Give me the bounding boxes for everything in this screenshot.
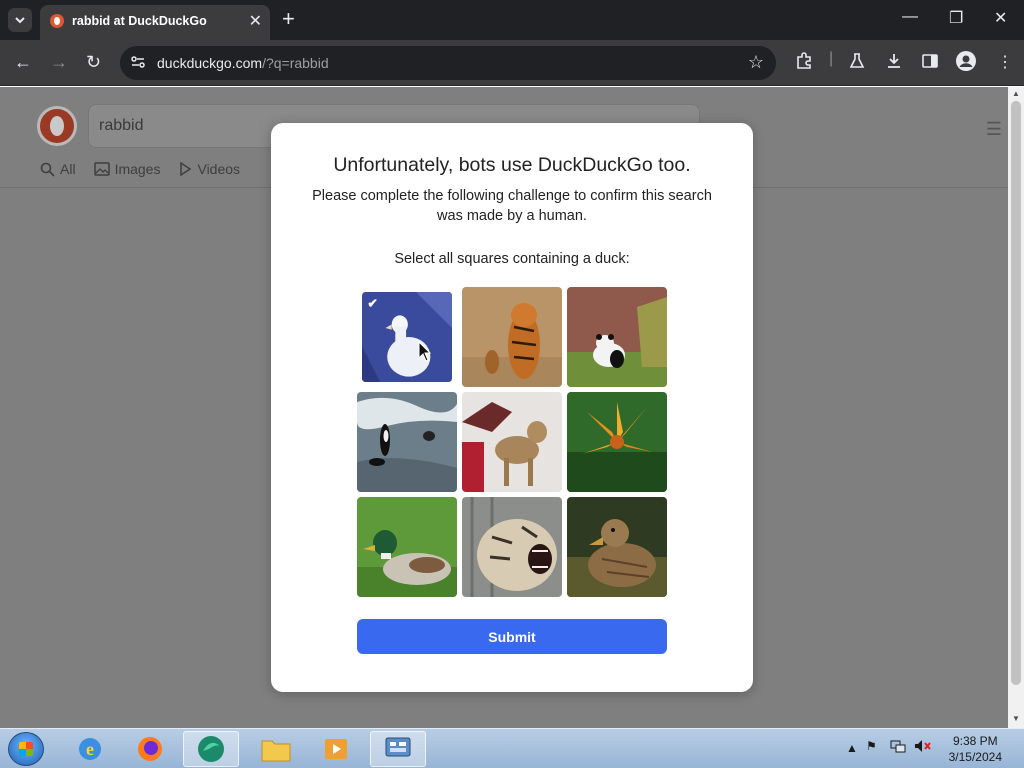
challenge-image-grid: ✔: [357, 287, 667, 597]
modal-title: Unfortunately, bots use DuckDuckGo too.: [333, 154, 691, 176]
hamburger-menu-icon[interactable]: ☰: [986, 119, 1002, 140]
browser-tab[interactable]: rabbid at DuckDuckGo ✕: [40, 5, 270, 40]
tab-all-label: All: [60, 161, 76, 177]
taskbar-firefox[interactable]: [122, 731, 178, 767]
challenge-tile-panda[interactable]: [567, 287, 667, 387]
start-button[interactable]: [8, 732, 44, 766]
challenge-tile-mallard[interactable]: [357, 497, 457, 597]
search-type-tabs: All Images Videos: [40, 161, 240, 177]
modal-subtitle: Please complete the following challenge …: [312, 188, 712, 224]
system-clock[interactable]: 9:38 PM 3/15/2024: [949, 733, 1002, 765]
browser-menu-icon[interactable]: ⋮: [997, 52, 1013, 72]
svg-text:e: e: [86, 739, 94, 759]
taskbar-internet-explorer[interactable]: e: [62, 731, 118, 767]
search-icon: [40, 162, 55, 177]
back-icon[interactable]: ←: [14, 52, 32, 72]
tab-videos[interactable]: Videos: [178, 161, 240, 177]
play-icon: [180, 162, 192, 176]
close-tab-icon[interactable]: ✕: [249, 11, 262, 31]
challenge-tile-orcas[interactable]: [357, 392, 457, 492]
page-scrollbar[interactable]: ▲ ▼: [1008, 87, 1024, 728]
clock-date: 3/15/2024: [948, 750, 1002, 764]
tab-all[interactable]: All: [40, 161, 76, 177]
show-hidden-icons-icon[interactable]: ▲: [846, 741, 858, 755]
site-settings-icon[interactable]: [130, 54, 146, 75]
download-icon[interactable]: [885, 52, 903, 75]
taskbar-file-explorer[interactable]: [248, 731, 304, 767]
browser-toolbar: ← → ↻ duckduckgo.com/?q=rabbid ☆ | ⋮: [0, 40, 1024, 86]
media-player-icon: [325, 739, 347, 759]
tab-videos-label: Videos: [197, 161, 241, 177]
challenge-tile-white-tiger[interactable]: [462, 497, 562, 597]
close-window-icon[interactable]: ✕: [994, 8, 1007, 28]
side-panel-icon[interactable]: [921, 52, 939, 75]
page-search-value: rabbid: [99, 117, 144, 134]
internet-explorer-icon: e: [79, 738, 101, 760]
tab-search-button[interactable]: [8, 8, 32, 32]
duckduckgo-logo-icon[interactable]: [37, 106, 77, 146]
challenge-prompt: Select all squares containing a duck:: [394, 251, 630, 267]
challenge-tile-cat[interactable]: [462, 392, 562, 492]
firefox-icon: [138, 737, 162, 761]
image-icon: [93, 162, 110, 176]
browser-tab-bar: rabbid at DuckDuckGo ✕ + — ❐ ✕: [0, 0, 1024, 40]
duckduckgo-favicon-icon: [50, 14, 64, 28]
chevron-down-icon: [15, 17, 25, 24]
toolbar-divider: |: [829, 50, 834, 67]
bot-challenge-modal: Unfortunately, bots use DuckDuckGo too. …: [271, 123, 753, 692]
minimize-icon[interactable]: —: [902, 8, 918, 26]
mouse-cursor-icon: [418, 341, 432, 362]
scrollbar-thumb[interactable]: [1011, 101, 1021, 685]
restore-icon[interactable]: ❐: [949, 8, 963, 28]
network-icon[interactable]: [890, 739, 906, 756]
windows-taskbar: e ▲ ⚑ 9:38 PM 3/15/2024: [0, 728, 1024, 768]
edge-browser-icon: [198, 736, 224, 762]
new-tab-button[interactable]: +: [282, 7, 295, 31]
challenge-tile-tiger[interactable]: [462, 287, 562, 387]
challenge-tile-female-mallard[interactable]: [567, 497, 667, 597]
forward-icon[interactable]: →: [50, 52, 68, 72]
challenge-tile-lily[interactable]: [567, 392, 667, 492]
taskbar-edge-browser[interactable]: [183, 731, 239, 767]
submit-button[interactable]: Submit: [357, 619, 667, 654]
folder-icon: [261, 740, 291, 762]
taskbar-media-player[interactable]: [308, 731, 364, 767]
tab-images-label: Images: [114, 161, 161, 177]
reload-icon[interactable]: ↻: [86, 52, 101, 72]
scroll-up-arrow-icon[interactable]: ▲: [1012, 89, 1020, 98]
profile-avatar-icon[interactable]: [956, 51, 976, 76]
selected-check-icon: ✔: [367, 295, 378, 310]
bookmark-star-icon[interactable]: ☆: [748, 52, 764, 73]
challenge-tile-white-duck[interactable]: ✔: [362, 292, 452, 382]
address-bar[interactable]: duckduckgo.com/?q=rabbid ☆: [120, 46, 776, 80]
tab-title: rabbid at DuckDuckGo: [72, 14, 207, 28]
control-panel-icon: [385, 737, 411, 757]
action-center-flag-icon[interactable]: ⚑: [866, 739, 877, 753]
scroll-down-arrow-icon[interactable]: ▼: [1012, 714, 1020, 723]
labs-flask-icon[interactable]: [849, 52, 865, 75]
clock-time: 9:38 PM: [952, 734, 998, 748]
taskbar-control-panel[interactable]: [370, 731, 426, 767]
extensions-icon[interactable]: [795, 52, 813, 75]
url-text: duckduckgo.com/?q=rabbid: [157, 55, 329, 71]
volume-muted-icon[interactable]: [914, 739, 932, 756]
tab-images[interactable]: Images: [93, 161, 161, 177]
